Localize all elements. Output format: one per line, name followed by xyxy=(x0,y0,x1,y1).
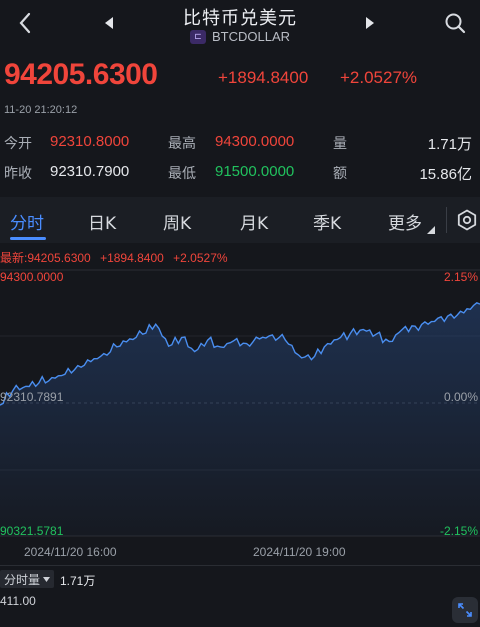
prev-close-value: 92310.7900 xyxy=(50,163,130,180)
y-mid-label: 92310.7891 xyxy=(0,390,64,404)
expand-icon xyxy=(458,603,472,617)
open-label: 今开 xyxy=(4,136,32,152)
y-top-label: 94300.0000 xyxy=(0,270,64,284)
tab-weekly-k[interactable]: 周K xyxy=(163,209,191,234)
crypto-badge-icon: ⊏ xyxy=(189,29,206,44)
amount-value: 15.86亿 xyxy=(419,166,472,183)
next-symbol-button[interactable] xyxy=(357,10,383,36)
tab-more-label: 更多 xyxy=(388,214,422,234)
search-button[interactable] xyxy=(440,8,470,38)
tab-daily-k[interactable]: 日K xyxy=(88,209,116,234)
active-tab-underline xyxy=(10,237,46,240)
tab-divider xyxy=(446,207,447,233)
high-value: 94300.0000 xyxy=(215,133,295,150)
y-bottom-label: 90321.5781 xyxy=(0,524,64,538)
dropdown-triangle-icon xyxy=(43,576,51,582)
period-tabs: 分时 日K 周K 月K 季K 更多 xyxy=(0,197,480,243)
last-price: 94205.6300 xyxy=(4,58,158,91)
next-arrow-icon xyxy=(366,17,374,29)
tab-quarterly-k[interactable]: 季K xyxy=(313,209,341,234)
more-dropdown-icon xyxy=(427,226,436,234)
low-label: 最低 xyxy=(168,166,196,182)
nav-bar: 比特币兑美元 ⊏ BTCDOLLAR xyxy=(0,0,480,52)
price-change: +1894.8400 xyxy=(218,68,309,87)
price-area xyxy=(0,302,480,536)
tab-intraday[interactable]: 分时 xyxy=(10,209,44,234)
gear-icon xyxy=(457,209,477,231)
low-value: 91500.0000 xyxy=(215,163,295,180)
amount-label: 额 xyxy=(333,166,347,182)
tab-more[interactable]: 更多 xyxy=(388,209,436,234)
search-icon xyxy=(445,13,466,34)
chart-settings-button[interactable] xyxy=(456,209,478,236)
symbol-code: BTCDOLLAR xyxy=(211,29,291,44)
prev-close-label: 昨收 xyxy=(4,166,32,182)
high-label: 最高 xyxy=(168,136,196,152)
x-tick-1: 2024/11/20 16:00 xyxy=(24,545,117,559)
tab-monthly-k[interactable]: 月K xyxy=(240,209,268,234)
price-change-pct: +2.0527% xyxy=(340,68,418,87)
volume-value: 1.71万 xyxy=(427,136,472,153)
fullscreen-button[interactable] xyxy=(452,597,478,623)
page-title: 比特币兑美元 xyxy=(183,8,297,29)
pct-mid-label: 0.00% xyxy=(443,390,478,404)
symbol-subtitle: ⊏ BTCDOLLAR xyxy=(0,29,480,44)
volume-indicator-selector[interactable]: 分时量 xyxy=(0,570,55,588)
pct-bottom-label: -2.15% xyxy=(439,524,478,538)
volume-indicator-label: 分时量 xyxy=(4,572,41,587)
volume-axis-label: 411.00 xyxy=(0,594,36,608)
intraday-chart[interactable] xyxy=(0,262,480,542)
open-value: 92310.8000 xyxy=(50,133,130,150)
x-tick-2: 2024/11/20 19:00 xyxy=(253,545,346,559)
volume-label: 量 xyxy=(333,136,347,152)
volume-divider xyxy=(0,565,480,566)
volume-readout: 1.71万 xyxy=(60,574,96,588)
pct-top-label: 2.15% xyxy=(443,270,478,284)
quote-timestamp: 11-20 21:20:12 xyxy=(4,104,78,116)
